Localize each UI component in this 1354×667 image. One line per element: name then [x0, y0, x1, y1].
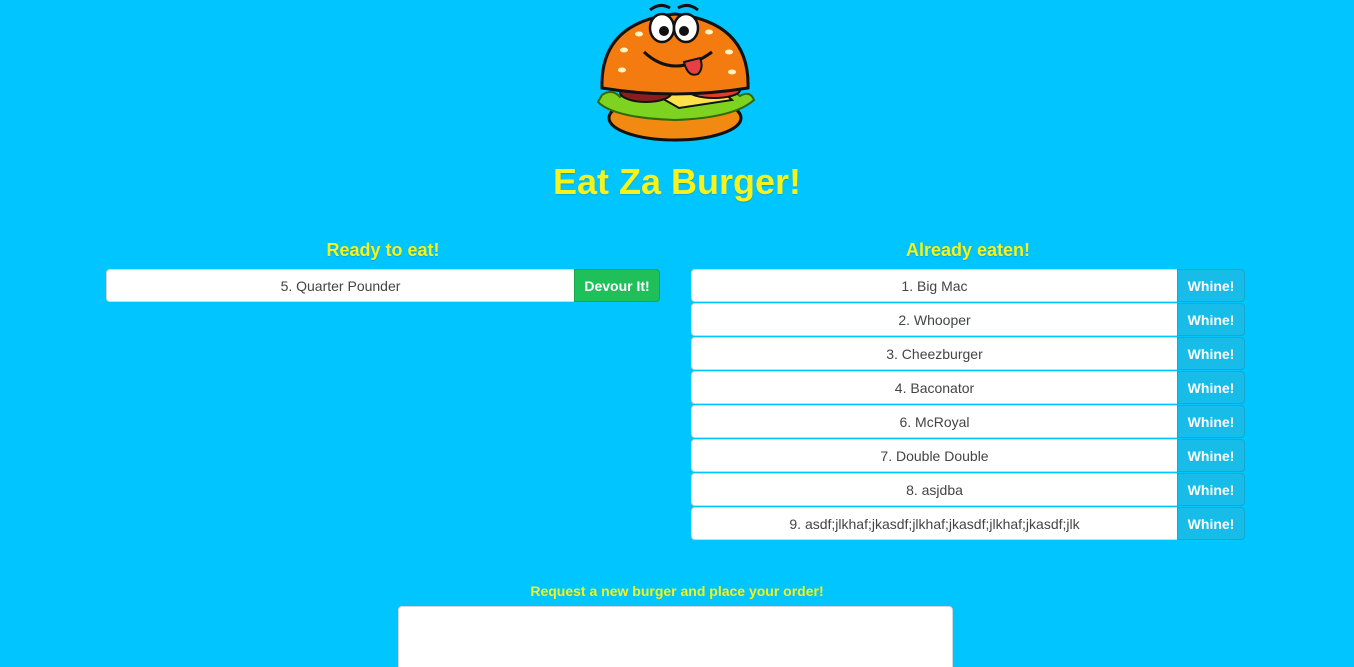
whine-button[interactable]: Whine! — [1177, 303, 1245, 336]
burger-name: 4. Baconator — [691, 371, 1177, 404]
eaten-burger-row: 1. Big Mac Whine! — [691, 269, 1245, 302]
whine-button[interactable]: Whine! — [1177, 337, 1245, 370]
whine-button[interactable]: Whine! — [1177, 507, 1245, 540]
burger-name: 6. McRoyal — [691, 405, 1177, 438]
cartoon-burger-icon — [596, 3, 756, 142]
burger-name: 2. Whooper — [691, 303, 1177, 336]
already-eaten-heading: Already eaten! — [905, 240, 1031, 260]
eaten-burger-row: 2. Whooper Whine! — [691, 303, 1245, 336]
burger-name: 7. Double Double — [691, 439, 1177, 472]
eaten-burger-row: 6. McRoyal Whine! — [691, 405, 1245, 438]
eaten-burger-row: 7. Double Double Whine! — [691, 439, 1245, 472]
burger-name: 5. Quarter Pounder — [106, 269, 574, 302]
whine-button[interactable]: Whine! — [1177, 473, 1245, 506]
whine-button[interactable]: Whine! — [1177, 371, 1245, 404]
eaten-burger-list: 1. Big Mac Whine! 2. Whooper Whine! 3. C… — [691, 269, 1245, 541]
eaten-burger-row: 8. asjdba Whine! — [691, 473, 1245, 506]
eaten-burger-row: 9. asdf;jlkhaf;jkasdf;jlkhaf;jkasdf;jlkh… — [691, 507, 1245, 540]
burger-name: 8. asjdba — [691, 473, 1177, 506]
request-burger-label: Request a new burger and place your orde… — [530, 583, 824, 599]
whine-button[interactable]: Whine! — [1177, 269, 1245, 302]
new-burger-input[interactable] — [398, 606, 953, 667]
whine-button[interactable]: Whine! — [1177, 439, 1245, 472]
devour-button[interactable]: Devour It! — [574, 269, 660, 302]
ready-burger-row: 5. Quarter Pounder Devour It! — [106, 269, 660, 302]
ready-burger-list: 5. Quarter Pounder Devour It! — [106, 269, 660, 303]
burger-name: 9. asdf;jlkhaf;jkasdf;jlkhaf;jkasdf;jlkh… — [691, 507, 1177, 540]
whine-button[interactable]: Whine! — [1177, 405, 1245, 438]
page-title: Eat Za Burger! — [552, 161, 802, 202]
burger-name: 3. Cheezburger — [691, 337, 1177, 370]
eaten-burger-row: 3. Cheezburger Whine! — [691, 337, 1245, 370]
page: Eat Za Burger! Ready to eat! Already eat… — [0, 0, 1354, 667]
ready-to-eat-heading: Ready to eat! — [326, 240, 440, 260]
burger-name: 1. Big Mac — [691, 269, 1177, 302]
eaten-burger-row: 4. Baconator Whine! — [691, 371, 1245, 404]
